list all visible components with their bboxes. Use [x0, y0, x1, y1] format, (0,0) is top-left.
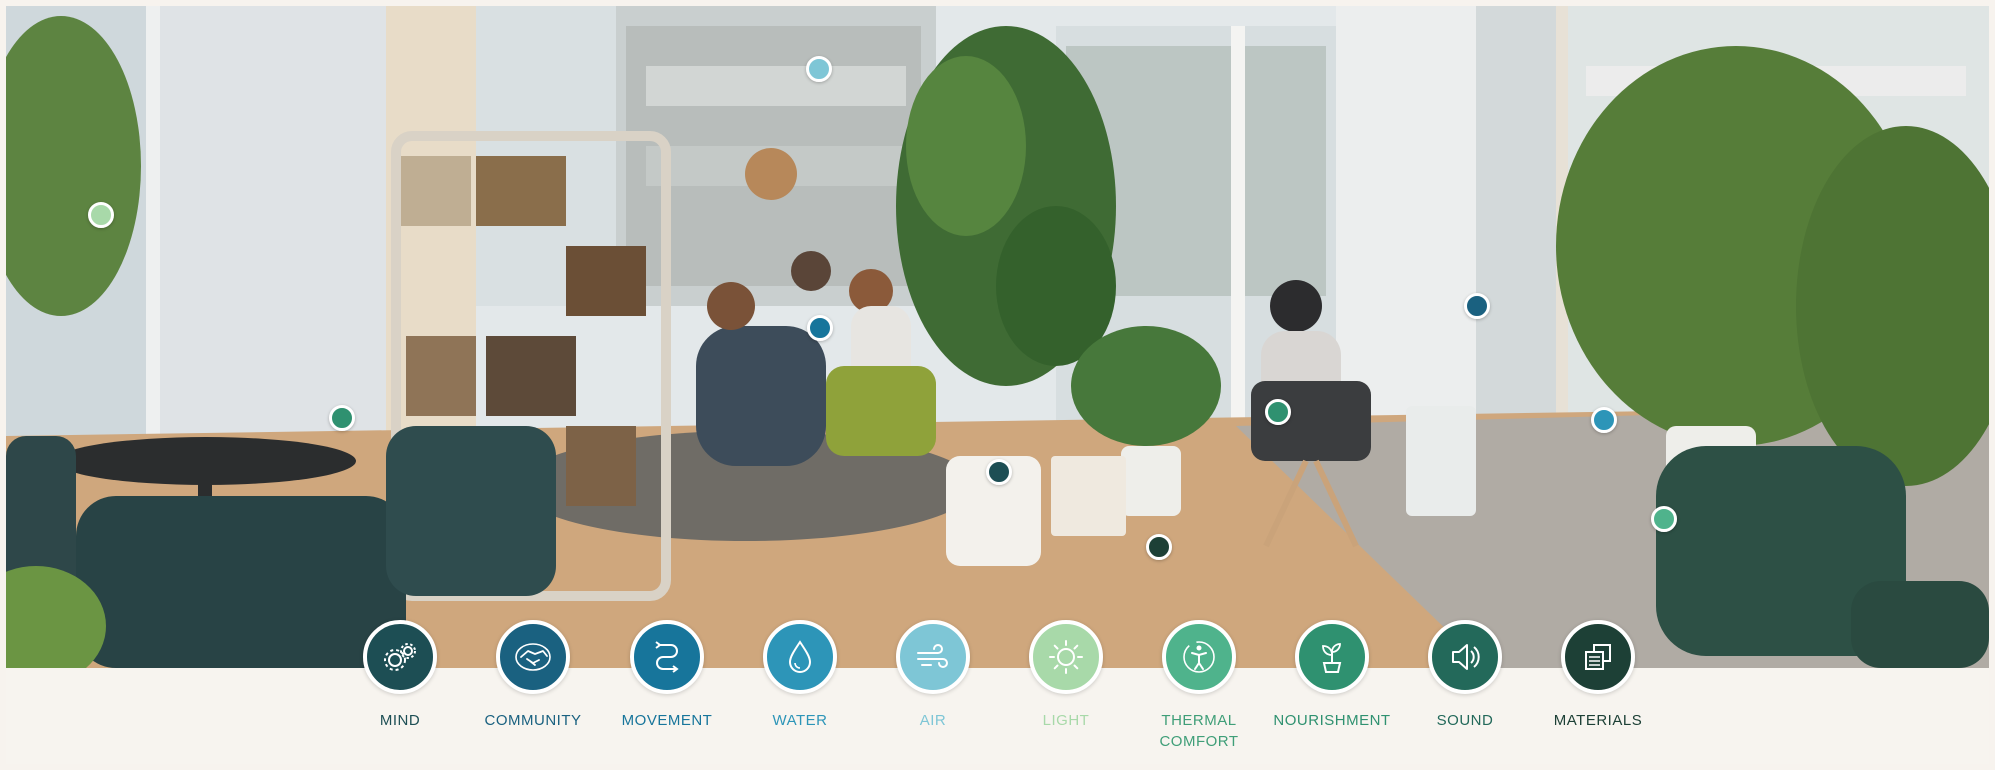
category-air-label: AIR — [919, 712, 947, 729]
category-sound[interactable]: SOUND — [1390, 620, 1540, 731]
office-scene-illustration — [6, 6, 1989, 668]
category-water-circle[interactable] — [763, 620, 837, 694]
wind-icon — [917, 644, 948, 668]
path-arrows-icon — [655, 641, 679, 673]
hotspot-light[interactable] — [88, 202, 114, 228]
category-mind[interactable]: MIND — [325, 620, 475, 731]
category-nourishment-label: NOURISHMENT — [1273, 712, 1391, 729]
category-sound-label: SOUND — [1436, 712, 1494, 729]
category-nourishment-circle[interactable] — [1295, 620, 1369, 694]
sun-icon — [1049, 640, 1083, 674]
category-community[interactable]: COMMUNITY — [458, 620, 608, 731]
hotspot-materials[interactable] — [1146, 534, 1172, 560]
hotspot-community[interactable] — [1464, 293, 1490, 319]
layers-icon — [1585, 644, 1611, 670]
category-light[interactable]: LIGHT — [991, 620, 1141, 731]
category-water[interactable]: WATER — [725, 620, 875, 731]
thermal-person-icon — [1183, 641, 1215, 673]
hotspot-thermal-comfort[interactable] — [329, 405, 355, 431]
category-light-circle[interactable] — [1029, 620, 1103, 694]
category-mind-label: MIND — [379, 712, 421, 729]
category-thermal-comfort-label: THERMAL COMFORT — [1159, 712, 1239, 750]
hotspot-water[interactable] — [1591, 407, 1617, 433]
hotspot-nourishment[interactable] — [1265, 399, 1291, 425]
category-light-label: LIGHT — [1042, 712, 1090, 729]
hotspot-mind[interactable] — [986, 459, 1012, 485]
handshake-icon — [515, 643, 551, 671]
category-thermal-comfort[interactable]: THERMAL COMFORT — [1124, 620, 1274, 752]
water-drop-icon — [788, 640, 812, 673]
category-community-circle[interactable] — [496, 620, 570, 694]
category-air-circle[interactable] — [896, 620, 970, 694]
category-sound-circle[interactable] — [1428, 620, 1502, 694]
category-water-label: WATER — [772, 712, 828, 729]
category-materials[interactable]: MATERIALS — [1523, 620, 1673, 731]
hotspot-thermal-comfort-2[interactable] — [1651, 506, 1677, 532]
category-air[interactable]: AIR — [858, 620, 1008, 731]
category-community-label: COMMUNITY — [484, 712, 582, 729]
wellness-explorer: MIND COMMUNITY MOVEMENT WATER AIR LIGHT … — [0, 0, 1995, 770]
category-materials-label: MATERIALS — [1553, 712, 1643, 729]
category-thermal-comfort-circle[interactable] — [1162, 620, 1236, 694]
category-nav: MIND COMMUNITY MOVEMENT WATER AIR LIGHT … — [0, 620, 1995, 770]
category-movement-label: MOVEMENT — [621, 712, 713, 729]
sprout-icon — [1322, 643, 1342, 673]
speaker-icon — [1452, 644, 1480, 670]
office-photo — [6, 6, 1989, 668]
category-movement-circle[interactable] — [630, 620, 704, 694]
category-movement[interactable]: MOVEMENT — [592, 620, 742, 731]
category-materials-circle[interactable] — [1561, 620, 1635, 694]
category-nourishment[interactable]: NOURISHMENT — [1257, 620, 1407, 731]
gears-icon — [384, 643, 416, 671]
hotspot-movement[interactable] — [807, 315, 833, 341]
hotspot-air[interactable] — [806, 56, 832, 82]
category-mind-circle[interactable] — [363, 620, 437, 694]
